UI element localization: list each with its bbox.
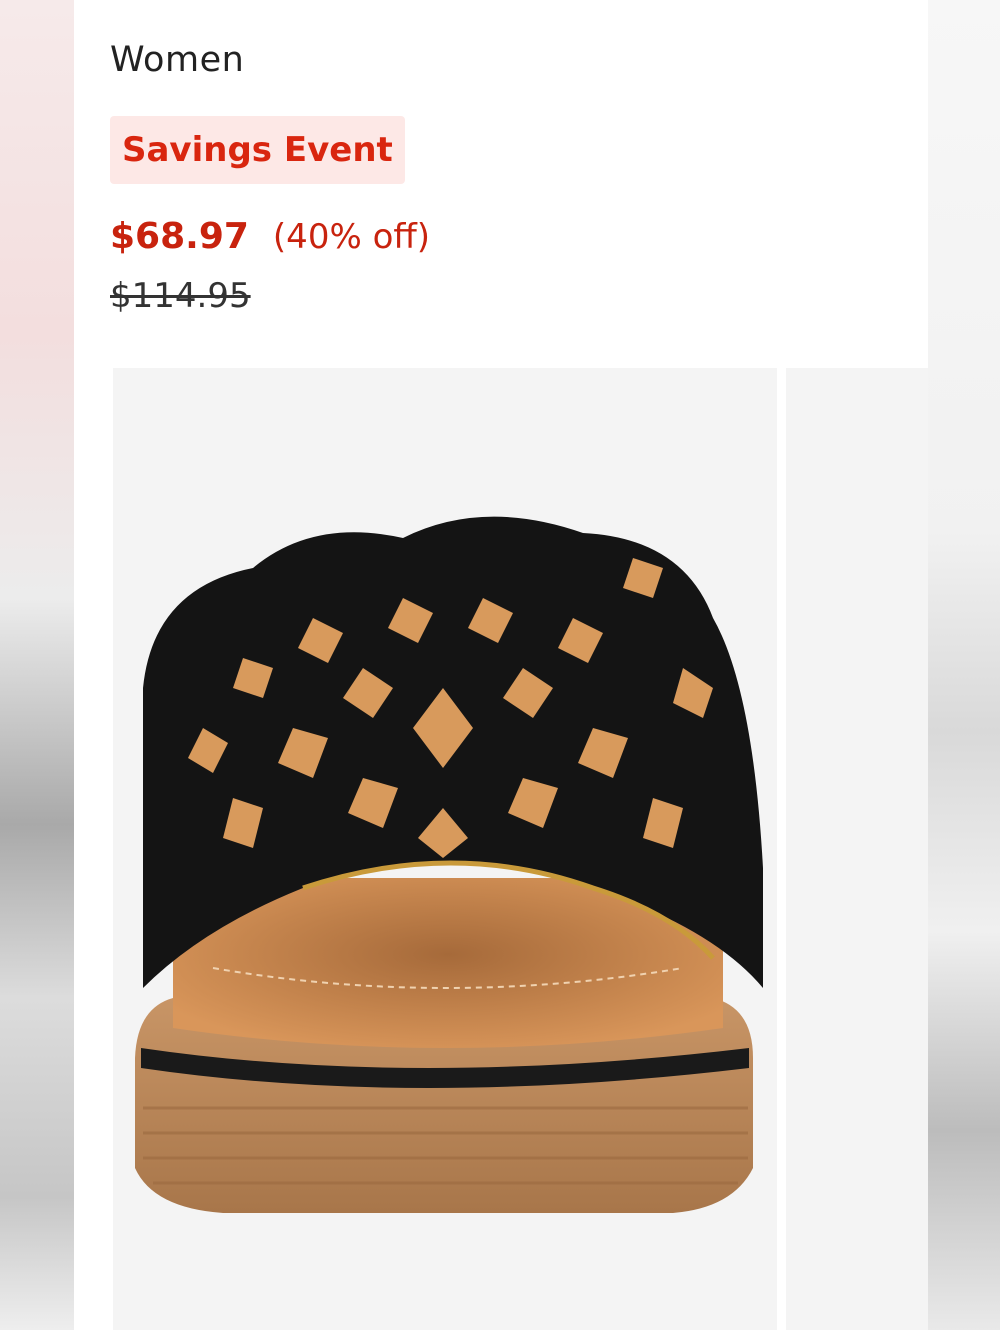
product-category[interactable]: Women	[110, 40, 244, 80]
next-product-image[interactable]	[786, 368, 928, 1330]
price-row: $68.97 (40% off)	[110, 216, 430, 257]
original-price: $114.95	[110, 276, 251, 316]
blurred-backdrop-left	[0, 0, 74, 1330]
savings-event-label: Savings Event	[122, 130, 393, 170]
blurred-backdrop-right	[928, 0, 1000, 1330]
sale-price: $68.97	[110, 216, 249, 257]
product-image[interactable]	[113, 368, 777, 1330]
product-page: Women Savings Event $68.97 (40% off) $11…	[74, 0, 928, 1330]
savings-event-badge: Savings Event	[110, 116, 405, 184]
discount-percent: (40% off)	[272, 217, 431, 257]
sandal-illustration	[135, 516, 763, 1213]
